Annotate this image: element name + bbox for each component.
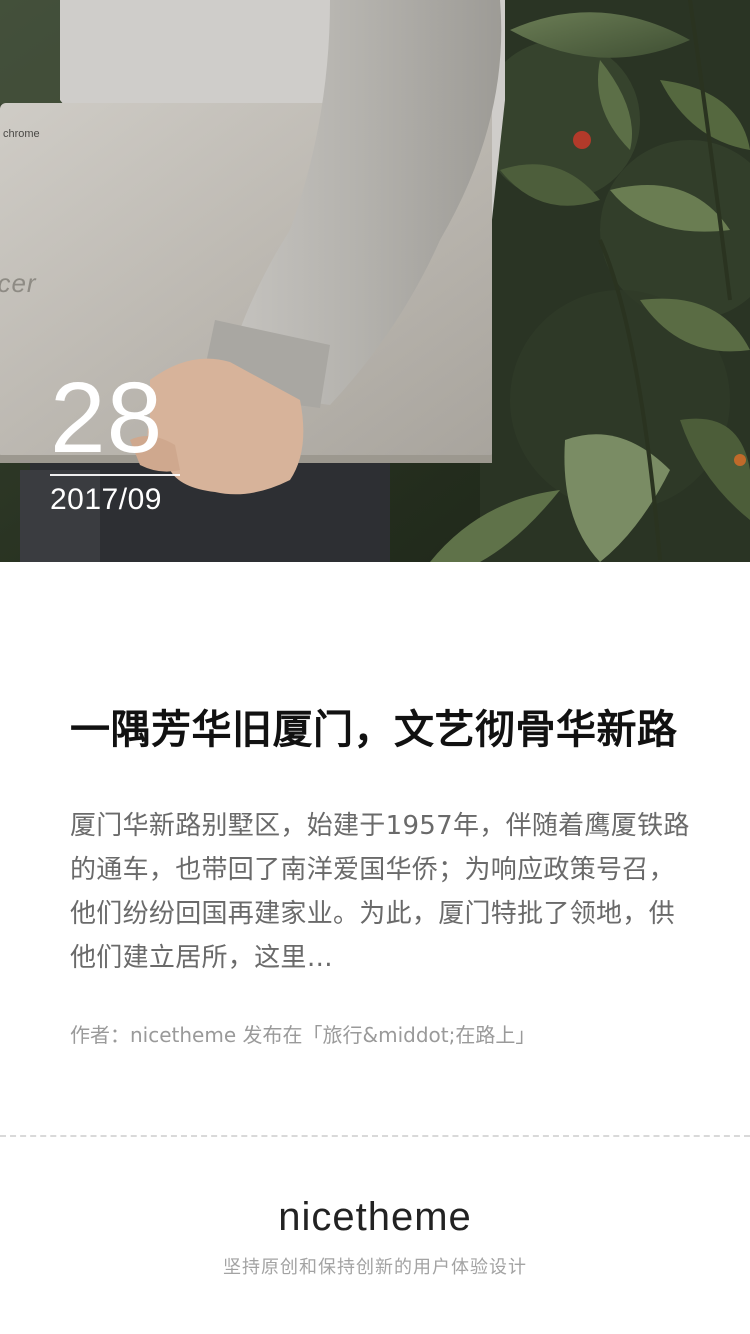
brand-tagline: 坚持原创和保持创新的用户体验设计: [223, 1257, 527, 1278]
date-divider: [50, 474, 180, 476]
article-title[interactable]: 一隅芳华旧厦门，文艺彻骨华新路: [70, 700, 710, 760]
date-badge: 28 2017/09: [50, 368, 180, 518]
date-day: 28: [50, 362, 164, 474]
date-year-month: 2017/09: [50, 483, 162, 516]
laptop-brand-text: chrome: [3, 128, 40, 140]
dashed-divider: [0, 1135, 750, 1137]
article-meta: 作者：nicetheme 发布在「旅行&middot;在路上」: [70, 1023, 536, 1047]
article-excerpt: 厦门华新路别墅区，始建于1957年，伴随着鹰厦铁路的通车，也带回了南洋爱国华侨；…: [70, 811, 690, 973]
laptop-logo-text: acer: [0, 268, 37, 298]
article-card[interactable]: 一隅芳华旧厦门，文艺彻骨华新路 厦门华新路别墅区，始建于1957年，伴随着鹰厦铁…: [70, 700, 710, 1050]
hero-image: chrome acer 28 2017/09: [0, 0, 750, 562]
brand-logo: nicetheme: [278, 1195, 472, 1239]
